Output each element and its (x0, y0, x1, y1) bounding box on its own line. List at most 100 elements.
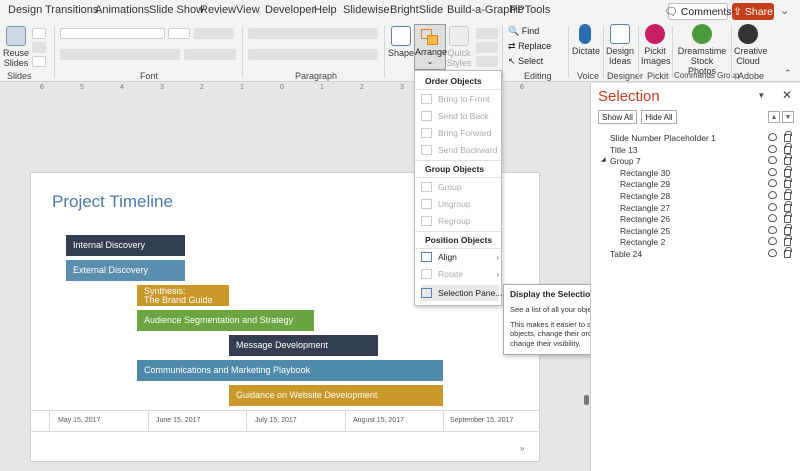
tab-view[interactable]: View (236, 4, 260, 16)
comments-button[interactable]: 🗨 Comments (664, 3, 732, 20)
visibility-eye-icon[interactable] (768, 214, 777, 223)
lock-icon[interactable] (784, 247, 792, 258)
selection-item[interactable]: Rectangle 25 (598, 223, 794, 237)
timeline-bar-message-development[interactable]: Message Development (229, 335, 378, 356)
font-grow-shrink[interactable] (194, 28, 234, 39)
shapes-button[interactable]: Shapes (388, 26, 419, 58)
lock-icon[interactable] (784, 165, 792, 177)
tab-slidewise[interactable]: Slidewise (343, 4, 389, 16)
dreamstime-button[interactable]: Dreamstime Stock Photos (676, 24, 728, 76)
replace-button[interactable]: ⇄ Replace (508, 41, 551, 52)
visibility-eye-icon[interactable] (768, 249, 777, 257)
lock-icon[interactable] (784, 131, 792, 142)
selection-item[interactable]: Title 13 (598, 142, 794, 156)
selection-item[interactable]: Rectangle 27 (598, 200, 794, 214)
selection-item[interactable]: Rectangle 30 (598, 165, 794, 179)
font-size-box[interactable] (168, 28, 190, 39)
ribbon-options-icon[interactable]: ⌄ (780, 4, 789, 17)
design-ideas-button[interactable]: Design Ideas (606, 24, 634, 66)
send-backward-item[interactable]: Send Backward (421, 142, 499, 158)
rotate-item[interactable]: Rotate › (421, 266, 499, 282)
tab-pptools[interactable]: PPTools (510, 4, 550, 16)
reset-icon[interactable] (32, 42, 46, 53)
move-down-icon[interactable]: ▼ (782, 111, 794, 123)
shape-effects-button[interactable] (476, 56, 498, 67)
selection-item[interactable]: Rectangle 29 (598, 177, 794, 190)
visibility-eye-icon[interactable] (768, 156, 777, 165)
lock-icon[interactable] (784, 142, 792, 154)
selection-item[interactable]: Group 7 ◢ (598, 154, 794, 167)
visibility-eye-icon[interactable] (768, 237, 777, 246)
arrange-button[interactable]: Arrange ⌄ (414, 24, 447, 70)
close-icon[interactable]: ✕ (782, 88, 792, 102)
scrollbar[interactable] (584, 395, 589, 405)
bring-to-front-item[interactable]: Bring to Front (421, 91, 499, 107)
creative-cloud-button[interactable]: Creative Cloud (734, 24, 768, 66)
share-button[interactable]: ⇪ Share (732, 3, 774, 20)
hide-all-button[interactable]: Hide All (641, 110, 677, 124)
send-to-back-item[interactable]: Send to Back (421, 108, 499, 124)
timeline-bar-external-discovery[interactable]: External Discovery (66, 260, 185, 281)
selection-pane-item[interactable]: Selection Pane... (421, 285, 502, 301)
alignment-buttons[interactable] (248, 49, 378, 60)
visibility-eye-icon[interactable] (768, 191, 777, 199)
bring-forward-item[interactable]: Bring Forward (421, 125, 499, 141)
ungroup-item[interactable]: Ungroup (421, 196, 499, 212)
show-all-button[interactable]: Show All (598, 110, 637, 124)
selection-item-label: Group 7 (610, 156, 641, 167)
lock-icon[interactable] (784, 223, 792, 235)
lock-icon[interactable] (784, 154, 792, 166)
tab-help[interactable]: Help (314, 4, 337, 16)
select-button[interactable]: ↖ Select (508, 56, 543, 67)
selection-item[interactable]: Rectangle 2 (598, 235, 794, 248)
selection-item[interactable]: Table 24 (598, 247, 794, 260)
reuse-slides-button[interactable]: Reuse Slides (3, 26, 29, 68)
regroup-item[interactable]: Regroup (421, 213, 499, 229)
tab-animations[interactable]: Animations (95, 4, 149, 16)
timeline-bar-website-guidance[interactable]: Guidance on Website Development (229, 385, 443, 406)
dictate-button[interactable]: Dictate (572, 24, 600, 56)
selection-item[interactable]: Rectangle 28 (598, 189, 794, 202)
lock-icon[interactable] (784, 212, 792, 224)
group-item[interactable]: Group (421, 179, 499, 195)
align-item[interactable]: Align › (421, 249, 499, 265)
tab-developer[interactable]: Developer (265, 4, 315, 16)
collapse-ribbon-icon[interactable]: ⌃ (784, 68, 792, 79)
shape-outline-button[interactable] (476, 42, 498, 53)
list-buttons[interactable] (248, 28, 378, 39)
slide-title[interactable]: Project Timeline (52, 192, 173, 212)
tab-slide-show[interactable]: Slide Show (149, 4, 204, 16)
move-up-icon[interactable]: ▲ (768, 111, 780, 123)
quick-styles-button[interactable]: Quick Styles (446, 26, 472, 68)
lock-icon[interactable] (784, 200, 792, 212)
visibility-eye-icon[interactable] (768, 167, 777, 176)
visibility-eye-icon[interactable] (768, 202, 777, 211)
visibility-eye-icon[interactable] (768, 133, 777, 141)
tab-transitions[interactable]: Transitions (45, 4, 98, 16)
font-name-box[interactable] (60, 28, 165, 39)
find-button[interactable]: 🔍 Find (508, 26, 539, 37)
visibility-eye-icon[interactable] (768, 144, 777, 153)
pickit-images-button[interactable]: Pickit Images (641, 24, 671, 66)
shape-fill-button[interactable] (476, 28, 498, 39)
tab-brightslide[interactable]: BrightSlide (390, 4, 443, 16)
visibility-eye-icon[interactable] (768, 179, 777, 188)
timeline-bar-synthesis[interactable]: Synthesis: The Brand Guide (137, 285, 229, 306)
selection-item[interactable]: Rectangle 26 (598, 212, 794, 225)
font-color-buttons[interactable] (184, 49, 236, 60)
selection-item[interactable]: Slide Number Placeholder 1 (598, 131, 794, 144)
lock-icon[interactable] (784, 189, 792, 200)
section-icon[interactable] (32, 56, 46, 67)
layout-icon[interactable] (32, 28, 46, 39)
timeline-bar-communications-playbook[interactable]: Communications and Marketing Playbook (137, 360, 443, 381)
tab-review[interactable]: Review (200, 4, 236, 16)
lock-icon[interactable] (784, 235, 792, 247)
font-format-buttons[interactable] (60, 49, 180, 60)
visibility-eye-icon[interactable] (768, 225, 777, 234)
timeline-bar-internal-discovery[interactable]: Internal Discovery (66, 235, 185, 256)
tab-design[interactable]: Design (8, 4, 42, 16)
lock-icon[interactable] (784, 177, 792, 189)
pane-options-icon[interactable]: ▾ (759, 90, 764, 101)
expand-icon[interactable]: ◢ (601, 156, 606, 163)
timeline-bar-audience-segmentation[interactable]: Audience Segmentation and Strategy (137, 310, 314, 331)
